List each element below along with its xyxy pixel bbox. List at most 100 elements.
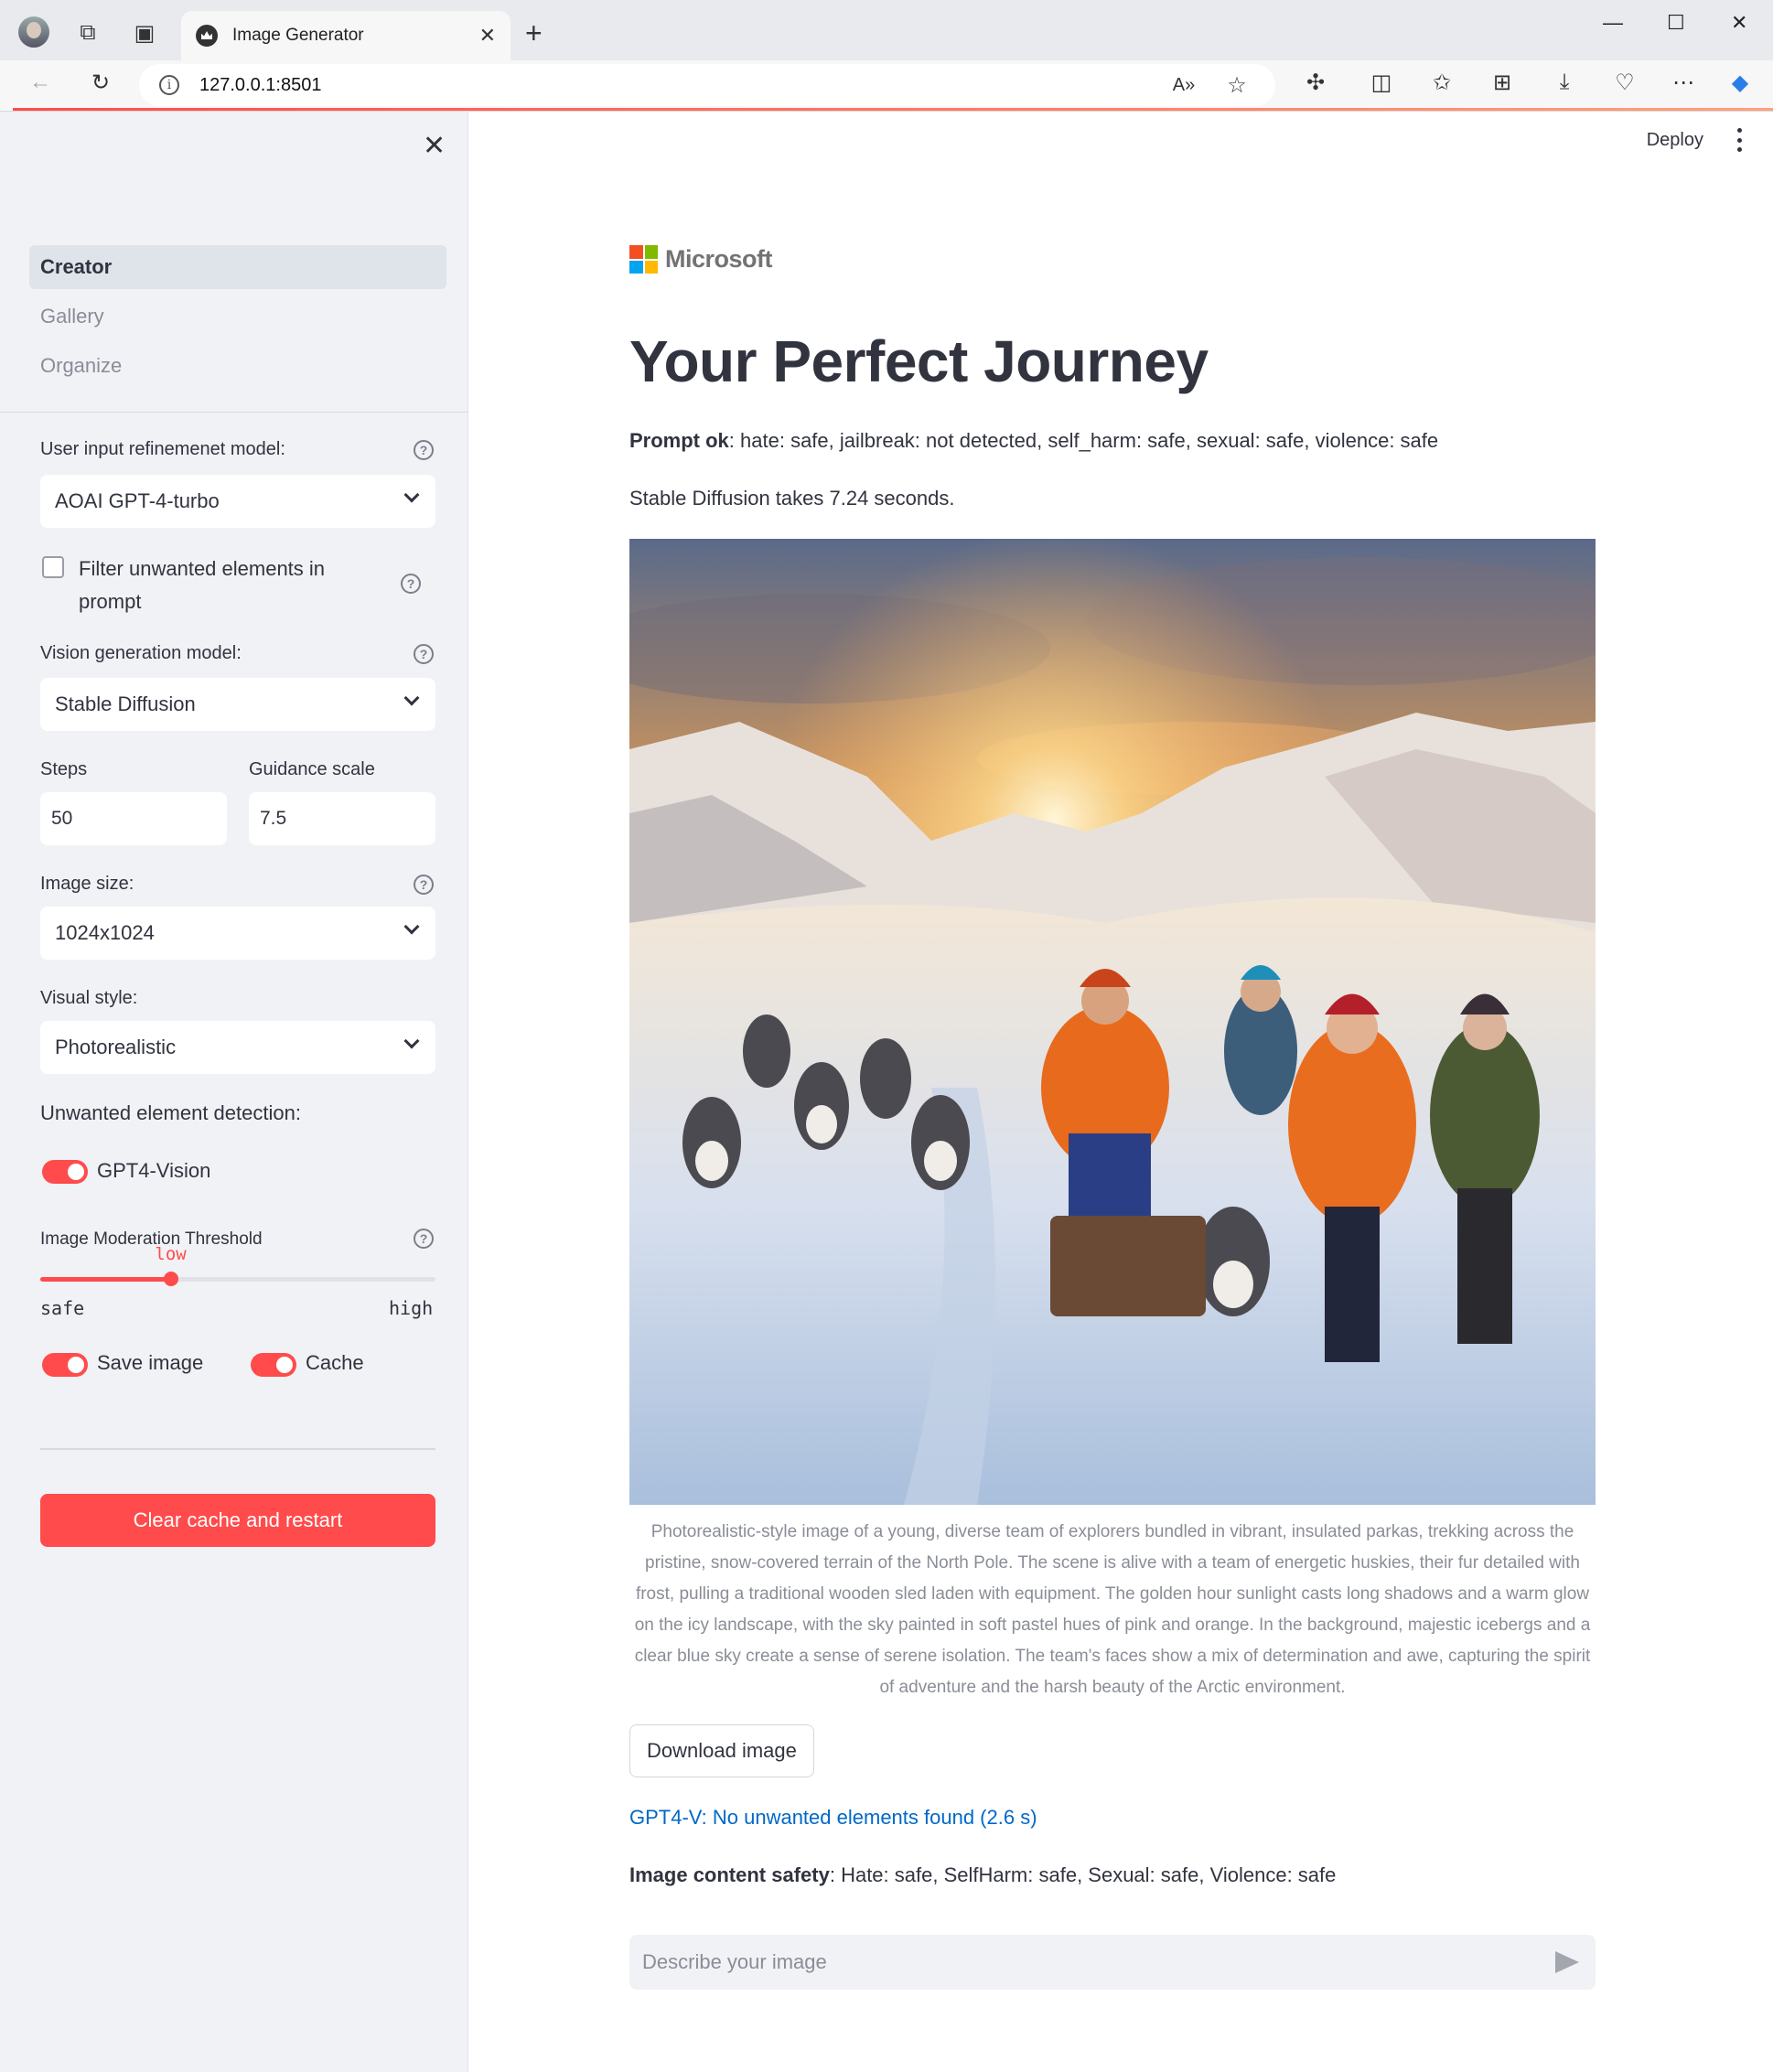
url-text: 127.0.0.1:8501 bbox=[199, 74, 322, 95]
favorites-icon[interactable]: ✩ bbox=[1424, 64, 1460, 101]
prompt-ok-label: Prompt ok bbox=[629, 429, 729, 452]
vision-model-label: Vision generation model: bbox=[40, 643, 242, 663]
threshold-slider-fill bbox=[40, 1277, 171, 1282]
cache-label: Cache bbox=[306, 1351, 364, 1374]
tab-close-icon[interactable]: ✕ bbox=[479, 24, 496, 48]
threshold-slider[interactable] bbox=[40, 1272, 435, 1286]
threshold-label: Image Moderation Threshold bbox=[40, 1229, 263, 1249]
browser-chrome: ⧉ ▣ Image Generator ✕ + — ☐ ✕ ← ↻ i 127.… bbox=[0, 0, 1773, 112]
gpt4v-label: GPT4-Vision bbox=[97, 1159, 211, 1182]
site-info-icon[interactable]: i bbox=[159, 75, 179, 95]
page-title: Your Perfect Journey bbox=[629, 328, 1209, 394]
refinement-model-select[interactable]: AOAI GPT-4-turbo bbox=[40, 475, 435, 528]
address-row: ← ↻ i 127.0.0.1:8501 A» ☆ ✣ ◫ ✩ ⊞ ⤓ ♡ ⋯ … bbox=[0, 60, 1773, 112]
streamlit-favicon-icon bbox=[196, 25, 218, 47]
sidebar-separator bbox=[40, 1448, 435, 1450]
split-screen-icon[interactable]: ◫ bbox=[1363, 64, 1400, 101]
workspaces-icon[interactable]: ⧉ bbox=[70, 15, 106, 51]
filter-help-icon[interactable]: ? bbox=[401, 574, 421, 594]
sidebar-item-organize[interactable]: Organize bbox=[29, 344, 446, 388]
filter-checkbox[interactable] bbox=[42, 556, 64, 578]
refinement-model-value: AOAI GPT-4-turbo bbox=[55, 489, 220, 512]
extensions-icon[interactable]: ✣ bbox=[1297, 64, 1334, 101]
tab-strip: ⧉ ▣ Image Generator ✕ + — ☐ ✕ bbox=[0, 0, 1773, 60]
chevron-down-icon bbox=[403, 690, 420, 706]
chat-placeholder: Describe your image bbox=[642, 1950, 827, 1973]
save-image-toggle[interactable] bbox=[42, 1353, 88, 1377]
reload-icon[interactable]: ↻ bbox=[82, 64, 119, 101]
threshold-value: low bbox=[155, 1244, 187, 1264]
refinement-model-label: User input refinemenet model: bbox=[40, 439, 285, 459]
microsoft-logo: Microsoft bbox=[629, 245, 773, 274]
image-safety-status: Image content safety: Hate: safe, SelfHa… bbox=[629, 1863, 1336, 1887]
more-menu-icon[interactable]: ⋯ bbox=[1665, 64, 1702, 101]
browser-essentials-icon[interactable]: ♡ bbox=[1606, 64, 1643, 101]
image-size-select[interactable]: 1024x1024 bbox=[40, 907, 435, 960]
maximize-icon[interactable]: ☐ bbox=[1667, 11, 1685, 35]
window-close-icon[interactable]: ✕ bbox=[1731, 11, 1747, 35]
profile-avatar[interactable] bbox=[18, 16, 49, 48]
cache-toggle[interactable] bbox=[251, 1353, 296, 1377]
download-image-button[interactable]: Download image bbox=[629, 1724, 814, 1777]
threshold-help-icon[interactable]: ? bbox=[414, 1229, 434, 1249]
favorite-star-icon[interactable]: ☆ bbox=[1219, 67, 1255, 103]
refinement-help-icon[interactable]: ? bbox=[414, 440, 434, 460]
prompt-ok-text: : hate: safe, jailbreak: not detected, s… bbox=[728, 429, 1439, 452]
send-icon[interactable] bbox=[1555, 1951, 1579, 1973]
chevron-down-icon bbox=[403, 1033, 420, 1049]
collections-icon[interactable]: ⊞ bbox=[1484, 64, 1520, 101]
image-safety-label: Image content safety bbox=[629, 1863, 830, 1886]
vision-model-select[interactable]: Stable Diffusion bbox=[40, 678, 435, 731]
image-caption: Photorealistic-style image of a young, d… bbox=[634, 1522, 1591, 1697]
detection-label: Unwanted element detection: bbox=[40, 1101, 301, 1124]
copilot-icon[interactable]: ◆ bbox=[1722, 64, 1758, 101]
deploy-button[interactable]: Deploy bbox=[1647, 130, 1703, 151]
image-size-help-icon[interactable]: ? bbox=[414, 875, 434, 895]
back-icon[interactable]: ← bbox=[22, 64, 59, 101]
sidebar-divider bbox=[0, 412, 468, 413]
guidance-input[interactable]: 7.5 bbox=[249, 792, 435, 845]
threshold-min-label: safe bbox=[40, 1297, 85, 1319]
generated-image bbox=[629, 539, 1596, 1505]
tab-title: Image Generator bbox=[232, 26, 364, 45]
new-tab-icon[interactable]: + bbox=[525, 16, 543, 50]
prompt-status: Prompt ok: hate: safe, jailbreak: not de… bbox=[629, 429, 1438, 453]
browser-tab[interactable]: Image Generator ✕ bbox=[181, 11, 510, 60]
steps-label: Steps bbox=[40, 759, 88, 779]
tab-actions-icon[interactable]: ▣ bbox=[126, 15, 163, 51]
image-size-label: Image size: bbox=[40, 874, 134, 894]
visual-style-label: Visual style: bbox=[40, 988, 138, 1008]
sidebar-close-icon[interactable]: ✕ bbox=[423, 130, 446, 162]
microsoft-logo-text: Microsoft bbox=[665, 245, 773, 273]
vision-model-value: Stable Diffusion bbox=[55, 692, 196, 715]
threshold-slider-thumb[interactable] bbox=[163, 1272, 178, 1286]
gpt4v-toggle[interactable] bbox=[42, 1160, 88, 1184]
address-bar[interactable]: i 127.0.0.1:8501 A» ☆ bbox=[139, 64, 1275, 106]
threshold-max-label: high bbox=[389, 1297, 434, 1319]
vision-help-icon[interactable]: ? bbox=[414, 644, 434, 664]
visual-style-select[interactable]: Photorealistic bbox=[40, 1021, 435, 1074]
gpt4v-result: GPT4-V: No unwanted elements found (2.6 … bbox=[629, 1806, 1037, 1829]
save-image-label: Save image bbox=[97, 1351, 204, 1374]
sidebar: ✕ Creator Gallery Organize User input re… bbox=[0, 112, 468, 2072]
chat-input[interactable]: Describe your image bbox=[629, 1935, 1596, 1990]
minimize-icon[interactable]: — bbox=[1603, 11, 1623, 35]
sidebar-item-creator[interactable]: Creator bbox=[29, 245, 446, 289]
filter-label[interactable]: Filter unwanted elements in prompt bbox=[79, 553, 353, 618]
main-content: Deploy Microsoft Your Perfect Journey Pr… bbox=[468, 112, 1773, 2072]
downloads-icon[interactable]: ⤓ bbox=[1546, 64, 1583, 101]
main-menu-icon[interactable] bbox=[1736, 128, 1742, 152]
sidebar-nav: Creator Gallery Organize bbox=[29, 245, 446, 393]
guidance-label: Guidance scale bbox=[249, 759, 375, 779]
sidebar-item-gallery[interactable]: Gallery bbox=[29, 295, 446, 338]
steps-input[interactable]: 50 bbox=[40, 792, 227, 845]
microsoft-logo-icon bbox=[629, 245, 658, 274]
chevron-down-icon bbox=[403, 918, 420, 935]
generation-timing: Stable Diffusion takes 7.24 seconds. bbox=[629, 487, 955, 510]
image-size-value: 1024x1024 bbox=[55, 921, 155, 944]
image-safety-text: : Hate: safe, SelfHarm: safe, Sexual: sa… bbox=[829, 1863, 1337, 1886]
read-aloud-icon[interactable]: A» bbox=[1166, 67, 1202, 103]
clear-cache-button[interactable]: Clear cache and restart bbox=[40, 1494, 435, 1547]
chevron-down-icon bbox=[403, 487, 420, 503]
visual-style-value: Photorealistic bbox=[55, 1036, 177, 1058]
